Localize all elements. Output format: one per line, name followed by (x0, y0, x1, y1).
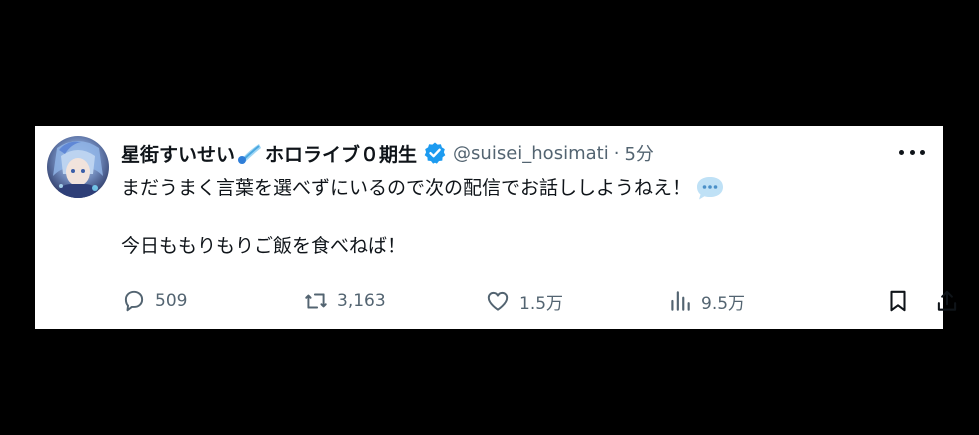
comet-icon (237, 142, 263, 164)
reply-count: 509 (155, 291, 188, 311)
tweet-text-line: 今日ももりもりご飯を食べねば！ (121, 232, 725, 260)
tweet-text-line2: 今日ももりもりご飯を食べねば！ (121, 235, 407, 257)
dot-icon (899, 149, 904, 155)
like-count: 1.5万 (519, 293, 564, 314)
retweet-count: 3,163 (337, 291, 386, 311)
bookmark-icon (890, 290, 906, 312)
dot-icon (909, 149, 915, 155)
dot-icon (920, 149, 925, 155)
share-icon (937, 290, 957, 311)
retweet-button[interactable]: 3,163 (303, 286, 386, 316)
tweet-header: 星街すいせい ホロライブ０期生 @suisei_hosimati · 5分 (121, 138, 943, 168)
bar-chart-icon (671, 291, 690, 311)
display-name-part2[interactable]: ホロライブ０期生 (265, 140, 417, 167)
bookmark-button[interactable] (885, 286, 911, 316)
views-button[interactable]: 9.5万 (667, 286, 745, 316)
speech-bubble-icon (695, 175, 725, 201)
verified-badge-icon[interactable] (423, 141, 447, 165)
separator-dot: · (613, 142, 620, 164)
display-name-part1[interactable]: 星街すいせい (121, 140, 235, 167)
share-button[interactable] (934, 286, 960, 316)
avatar[interactable] (47, 136, 109, 198)
views-count: 9.5万 (701, 293, 746, 314)
retweet-icon (305, 293, 327, 309)
tweet-text-line1: まだうまく言葉を選べずにいるので次の配信でお話ししようねえ！ (121, 177, 692, 199)
timestamp[interactable]: 5分 (624, 140, 653, 166)
tweet-text: まだうまく言葉を選べずにいるので次の配信でお話ししようねえ！ 今日ももりもりご飯… (121, 174, 725, 260)
tweet-text-line: まだうまく言葉を選べずにいるので次の配信でお話ししようねえ！ (121, 174, 725, 202)
user-handle[interactable]: @suisei_hosimati (453, 143, 609, 164)
reply-button[interactable]: 509 (121, 286, 187, 316)
heart-icon (487, 291, 509, 311)
more-options-button[interactable] (899, 142, 925, 162)
action-bar: 509 3,163 1.5万 9.5万 (121, 286, 957, 316)
tweet-card[interactable]: 星街すいせい ホロライブ０期生 @suisei_hosimati · 5分 まだ… (35, 126, 957, 329)
like-button[interactable]: 1.5万 (485, 286, 563, 316)
reply-icon (124, 290, 144, 312)
